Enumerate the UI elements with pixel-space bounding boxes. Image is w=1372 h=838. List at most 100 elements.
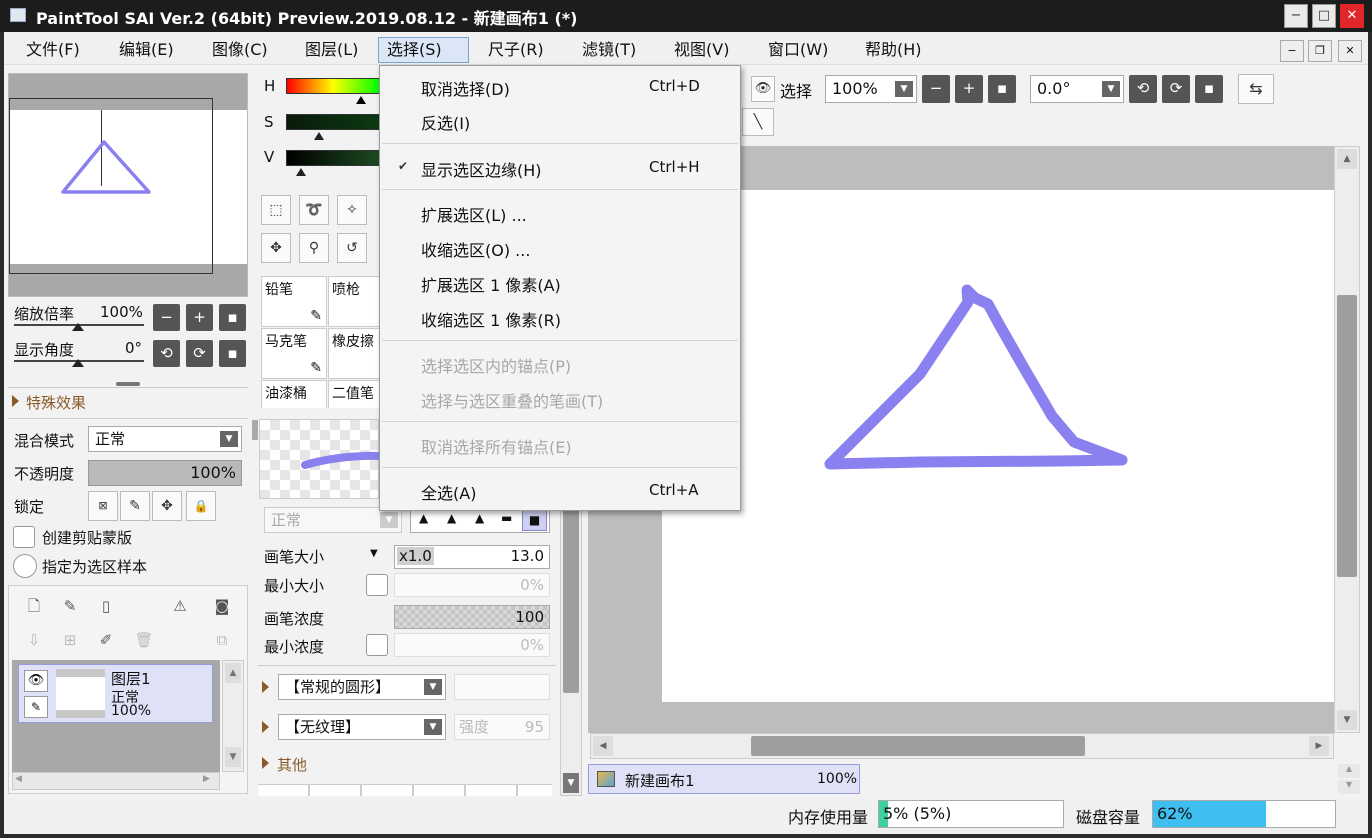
expand-triangle-icon[interactable] <box>262 757 269 769</box>
brush-presets-row[interactable] <box>258 784 552 796</box>
rotate-icon[interactable]: ↺ <box>337 233 367 263</box>
lock-move-icon[interactable]: ✥ <box>152 491 182 521</box>
lock-transparency-icon[interactable]: ⊠ <box>88 491 118 521</box>
brush-eraser[interactable]: 橡皮擦 <box>328 328 379 379</box>
edge-soft-icon[interactable]: ▲ <box>475 511 484 525</box>
tab-scroll-up[interactable]: ▲ <box>1338 764 1360 778</box>
clear-layer-icon[interactable]: ✐ <box>92 626 120 654</box>
flip-horizontal-icon[interactable]: ⇆ <box>1238 74 1274 104</box>
value-handle[interactable] <box>296 168 306 176</box>
brush-airbrush[interactable]: 喷枪 <box>328 276 379 327</box>
brush-shape-strength[interactable] <box>454 674 550 700</box>
tab-scroll-down[interactable]: ▼ <box>1338 780 1360 794</box>
texture-strength-field[interactable]: 强度 95 <box>454 714 550 740</box>
menu-item-expand[interactable]: 扩展选区(L) ... <box>380 195 740 230</box>
saturation-handle[interactable] <box>314 132 324 140</box>
expand-triangle-icon[interactable] <box>12 395 19 407</box>
menu-item-shrink-1px[interactable]: 收缩选区 1 像素(R) <box>380 300 740 335</box>
edge-hard-icon[interactable]: ▲ <box>419 511 428 525</box>
layer-row[interactable]: 👁 ✎ 图层1 正常 100% <box>18 664 213 723</box>
navigator-preview[interactable] <box>8 73 248 297</box>
close-button[interactable]: ✕ <box>1340 4 1364 28</box>
expand-triangle-icon[interactable] <box>262 721 269 733</box>
density-slider[interactable]: 100 <box>394 605 550 629</box>
menu-layer[interactable]: 图层(L) <box>297 37 366 63</box>
menu-item-deselect[interactable]: 取消选择(D) Ctrl+D <box>380 69 740 104</box>
menu-select[interactable]: 选择(S) <box>378 37 469 63</box>
zoom-slider-handle[interactable] <box>72 323 84 331</box>
lock-all-icon[interactable]: 🔒 <box>186 491 216 521</box>
move-icon[interactable]: ✥ <box>261 233 291 263</box>
zoom-in-button[interactable]: + <box>186 304 213 331</box>
other-section-label[interactable]: 其他 <box>277 754 307 775</box>
selection-sample-checkbox[interactable] <box>13 554 37 578</box>
layer-mask-icon[interactable]: ◙ <box>208 592 236 620</box>
canvas-hscrollbar[interactable]: ◀ ▶ <box>590 733 1334 759</box>
min-density-field[interactable]: 0% <box>394 633 550 657</box>
menu-item-invert[interactable]: 反选(I) <box>380 103 740 138</box>
view-zoom-select[interactable]: 100% ▼ <box>825 75 917 103</box>
new-layer-icon[interactable]: 🗋 <box>20 592 48 620</box>
pencil-icon[interactable]: ✎ <box>24 696 48 718</box>
menu-image[interactable]: 图像(C) <box>204 37 276 63</box>
brush-size-multiplier[interactable]: x1.0 <box>397 547 434 565</box>
expand-triangle-icon[interactable] <box>262 681 269 693</box>
view-zoom-reset-button[interactable]: ▪ <box>988 75 1016 103</box>
brush-binary-pen[interactable]: 二值笔 <box>328 380 379 408</box>
edge-square-icon[interactable]: ■ <box>522 509 547 531</box>
brush-size-field[interactable]: x1.0 13.0 <box>394 545 550 569</box>
eye-icon[interactable]: 👁 <box>24 670 48 692</box>
zoom-out-button[interactable]: − <box>153 304 180 331</box>
rotate-right-button[interactable]: ⟳ <box>186 340 213 367</box>
view-zoom-out-button[interactable]: − <box>922 75 950 103</box>
layer-effects-icon[interactable]: ⚠ <box>166 592 194 620</box>
maximize-button[interactable]: □ <box>1312 4 1336 28</box>
new-vector-layer-icon[interactable]: ✎ <box>56 592 84 620</box>
menu-edit[interactable]: 编辑(E) <box>111 37 182 63</box>
hue-handle[interactable] <box>356 96 366 104</box>
menu-item-select-all[interactable]: 全选(A) Ctrl+A <box>380 473 740 508</box>
rotate-reset-button[interactable]: ▪ <box>219 340 246 367</box>
menu-ruler[interactable]: 尺子(R) <box>480 37 552 63</box>
zoom-icon[interactable]: ⚲ <box>299 233 329 263</box>
view-zoom-in-button[interactable]: + <box>955 75 983 103</box>
menu-item-show-edges[interactable]: ✔ 显示选区边缘(H) Ctrl+H <box>380 150 740 185</box>
document-tab[interactable]: 新建画布1 100% <box>588 764 860 794</box>
lock-paint-icon[interactable]: ✎ <box>120 491 150 521</box>
menu-window[interactable]: 窗口(W) <box>760 37 836 63</box>
hue-slider[interactable] <box>286 78 380 94</box>
chevron-down-icon[interactable]: ▼ <box>370 548 378 559</box>
panel-splitter[interactable] <box>116 382 140 386</box>
menu-item-expand-1px[interactable]: 扩展选区 1 像素(A) <box>380 265 740 300</box>
merge-visible-icon[interactable]: ⧉ <box>208 626 236 654</box>
brush-shape-select[interactable]: 【常规的圆形】 ▼ <box>278 674 446 700</box>
min-size-checkbox[interactable] <box>366 574 388 596</box>
edge-flat-icon[interactable]: ▬ <box>501 511 512 525</box>
view-rotate-right-button[interactable]: ⟳ <box>1162 75 1190 103</box>
angle-slider-handle[interactable] <box>72 359 84 367</box>
brush-marker[interactable]: 马克笔 ✎ <box>261 328 327 379</box>
special-effects-label[interactable]: 特殊效果 <box>26 392 86 413</box>
brush-pencil[interactable]: 铅笔 ✎ <box>261 276 327 327</box>
magic-wand-icon[interactable]: ✧ <box>337 195 367 225</box>
texture-select[interactable]: 【无纹理】 ▼ <box>278 714 446 740</box>
lasso-icon[interactable]: ➰ <box>299 195 329 225</box>
canvas-vscrollbar[interactable]: ▲ ▼ <box>1334 146 1360 733</box>
opacity-slider[interactable]: 100% <box>88 460 242 486</box>
panel-grip[interactable] <box>252 420 258 440</box>
menu-help[interactable]: 帮助(H) <box>857 37 930 63</box>
minimize-button[interactable]: − <box>1284 4 1308 28</box>
blend-mode-select[interactable]: 正常 ▼ <box>88 426 242 452</box>
eye-icon[interactable]: 👁 <box>751 76 775 102</box>
layer-scrollbar[interactable]: ▲ ▼ <box>222 660 244 772</box>
doc-restore-button[interactable]: ❐ <box>1308 40 1332 62</box>
menu-item-shrink[interactable]: 收缩选区(O) ... <box>380 230 740 265</box>
doc-minimize-button[interactable]: − <box>1280 40 1304 62</box>
view-rotation-select[interactable]: 0.0° ▼ <box>1030 75 1124 103</box>
view-rotate-left-button[interactable]: ⟲ <box>1129 75 1157 103</box>
layer-hscrollbar[interactable]: ◀ ▶ <box>12 772 220 790</box>
edge-medium-icon[interactable]: ▲ <box>447 511 456 525</box>
menu-view[interactable]: 视图(V) <box>666 37 737 63</box>
value-slider[interactable] <box>286 150 380 166</box>
menu-file[interactable]: 文件(F) <box>18 37 88 63</box>
